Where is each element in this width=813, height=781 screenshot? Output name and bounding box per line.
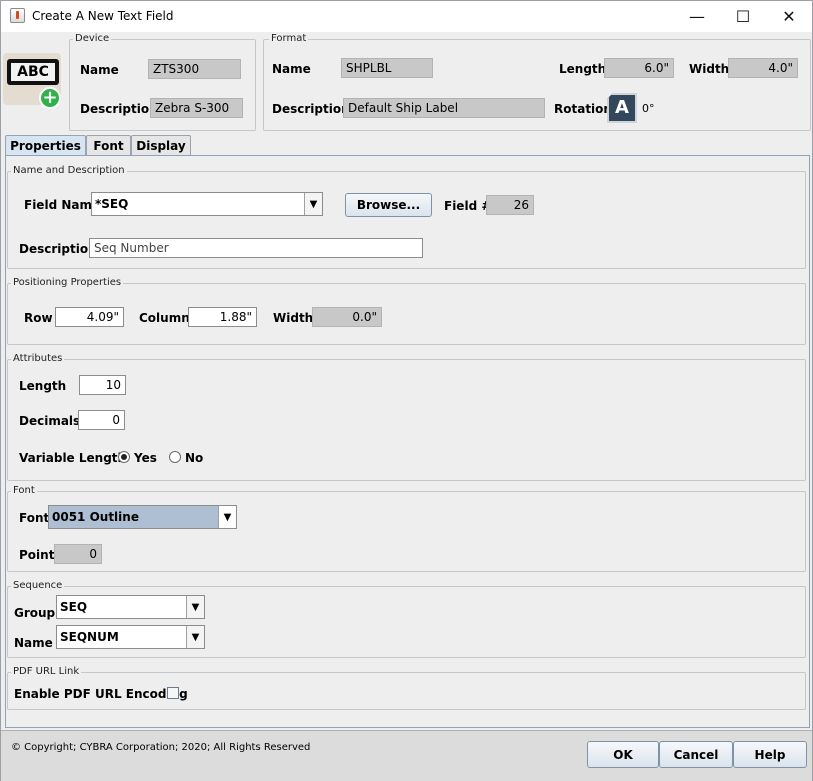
abc-label: ABC [11,63,55,81]
chevron-down-icon[interactable]: ▼ [218,506,236,528]
variable-length-no-radio[interactable] [169,451,181,463]
tab-display[interactable]: Display [131,135,191,155]
chevron-down-icon[interactable]: ▼ [186,596,204,618]
width-value: 0.0" [312,307,382,327]
decimals-label: Decimals [19,414,81,428]
pdf-legend: PDF URL Link [11,666,82,677]
positioning-group [7,283,806,345]
device-description-value: Zebra S-300 [150,98,243,118]
title-bar[interactable]: Create A New Text Field — ☐ ✕ [1,1,812,32]
format-legend: Format [269,33,309,44]
sequence-name-label: Name [14,636,53,650]
chevron-down-icon[interactable]: ▼ [304,193,322,215]
add-text-field-icon: ABC + [3,53,61,109]
tab-properties[interactable]: Properties [5,135,86,156]
device-name-label: Name [80,63,119,77]
dialog-window: Create A New Text Field — ☐ ✕ ABC + Devi… [0,0,813,781]
font-legend: Font [11,485,37,496]
copyright-text: © Copyright; CYBRA Corporation; 2020; Al… [11,742,311,753]
point-value: 0 [54,544,102,564]
field-number-value: 26 [486,195,534,215]
field-name-label: Field Name [24,198,101,212]
format-description-value: Default Ship Label [343,98,545,118]
chevron-down-icon[interactable]: ▼ [186,626,204,648]
window-title: Create A New Text Field [32,9,174,23]
point-label: Point [19,548,55,562]
name-description-legend: Name and Description [11,165,127,176]
format-name-value: SHPLBL [341,58,433,78]
group-value: SEQ [60,600,88,614]
group-combo[interactable]: SEQ ▼ [56,595,205,619]
row-label: Row [24,311,53,325]
sequence-legend: Sequence [11,580,65,591]
column-input[interactable]: 1.88" [188,307,257,327]
java-app-icon [10,8,25,23]
device-legend: Device [73,33,112,44]
group-label: Group [14,606,56,620]
format-width-label: Width [689,62,730,76]
attributes-group [7,359,806,481]
browse-button[interactable]: Browse... [345,193,432,217]
format-name-label: Name [272,62,311,76]
length-input[interactable]: 10 [79,375,126,395]
description-input[interactable]: Seq Number [89,238,423,258]
row-input[interactable]: 4.09" [55,307,124,327]
variable-length-yes-radio[interactable] [118,451,130,463]
field-number-label: Field # [444,199,492,213]
variable-length-label: Variable Length [19,451,127,465]
description-label: Description [19,242,97,256]
enable-pdf-checkbox[interactable] [167,687,179,699]
ok-button[interactable]: OK [587,741,659,768]
field-name-combo[interactable]: *SEQ ▼ [91,192,323,216]
sequence-name-combo[interactable]: SEQNUM ▼ [56,625,205,649]
attributes-legend: Attributes [11,353,65,364]
field-name-value: *SEQ [95,197,129,211]
positioning-legend: Positioning Properties [11,277,124,288]
length-label: Length [19,379,67,393]
font-combo[interactable]: 0051 Outline ▼ [48,505,237,529]
minimize-button[interactable]: — [674,1,720,32]
tab-font[interactable]: Font [86,135,131,155]
rotation-value: 0° [642,102,655,115]
no-label[interactable]: No [185,451,203,465]
maximize-button[interactable]: ☐ [720,1,766,32]
font-label: Font [19,511,50,525]
column-label: Column [139,311,190,325]
font-value: 0051 Outline [52,510,139,524]
device-name-value: ZTS300 [148,59,241,79]
cancel-button[interactable]: Cancel [659,741,733,768]
format-length-value: 6.0" [604,58,674,78]
format-description-label: Description [272,102,350,116]
decimals-input[interactable]: 0 [78,410,125,430]
rotation-icon: A [607,93,637,123]
plus-icon: + [39,87,61,109]
device-description-label: Description [80,102,158,116]
help-button[interactable]: Help [733,741,807,768]
format-length-label: Length [559,62,607,76]
format-rotation-label: Rotation [554,102,612,116]
yes-label[interactable]: Yes [134,451,157,465]
width-label: Width [273,311,314,325]
font-group [7,491,806,572]
enable-pdf-label: Enable PDF URL Encoding [14,687,188,701]
format-width-value: 4.0" [728,58,798,78]
sequence-name-value: SEQNUM [60,630,119,644]
close-button[interactable]: ✕ [766,1,812,32]
